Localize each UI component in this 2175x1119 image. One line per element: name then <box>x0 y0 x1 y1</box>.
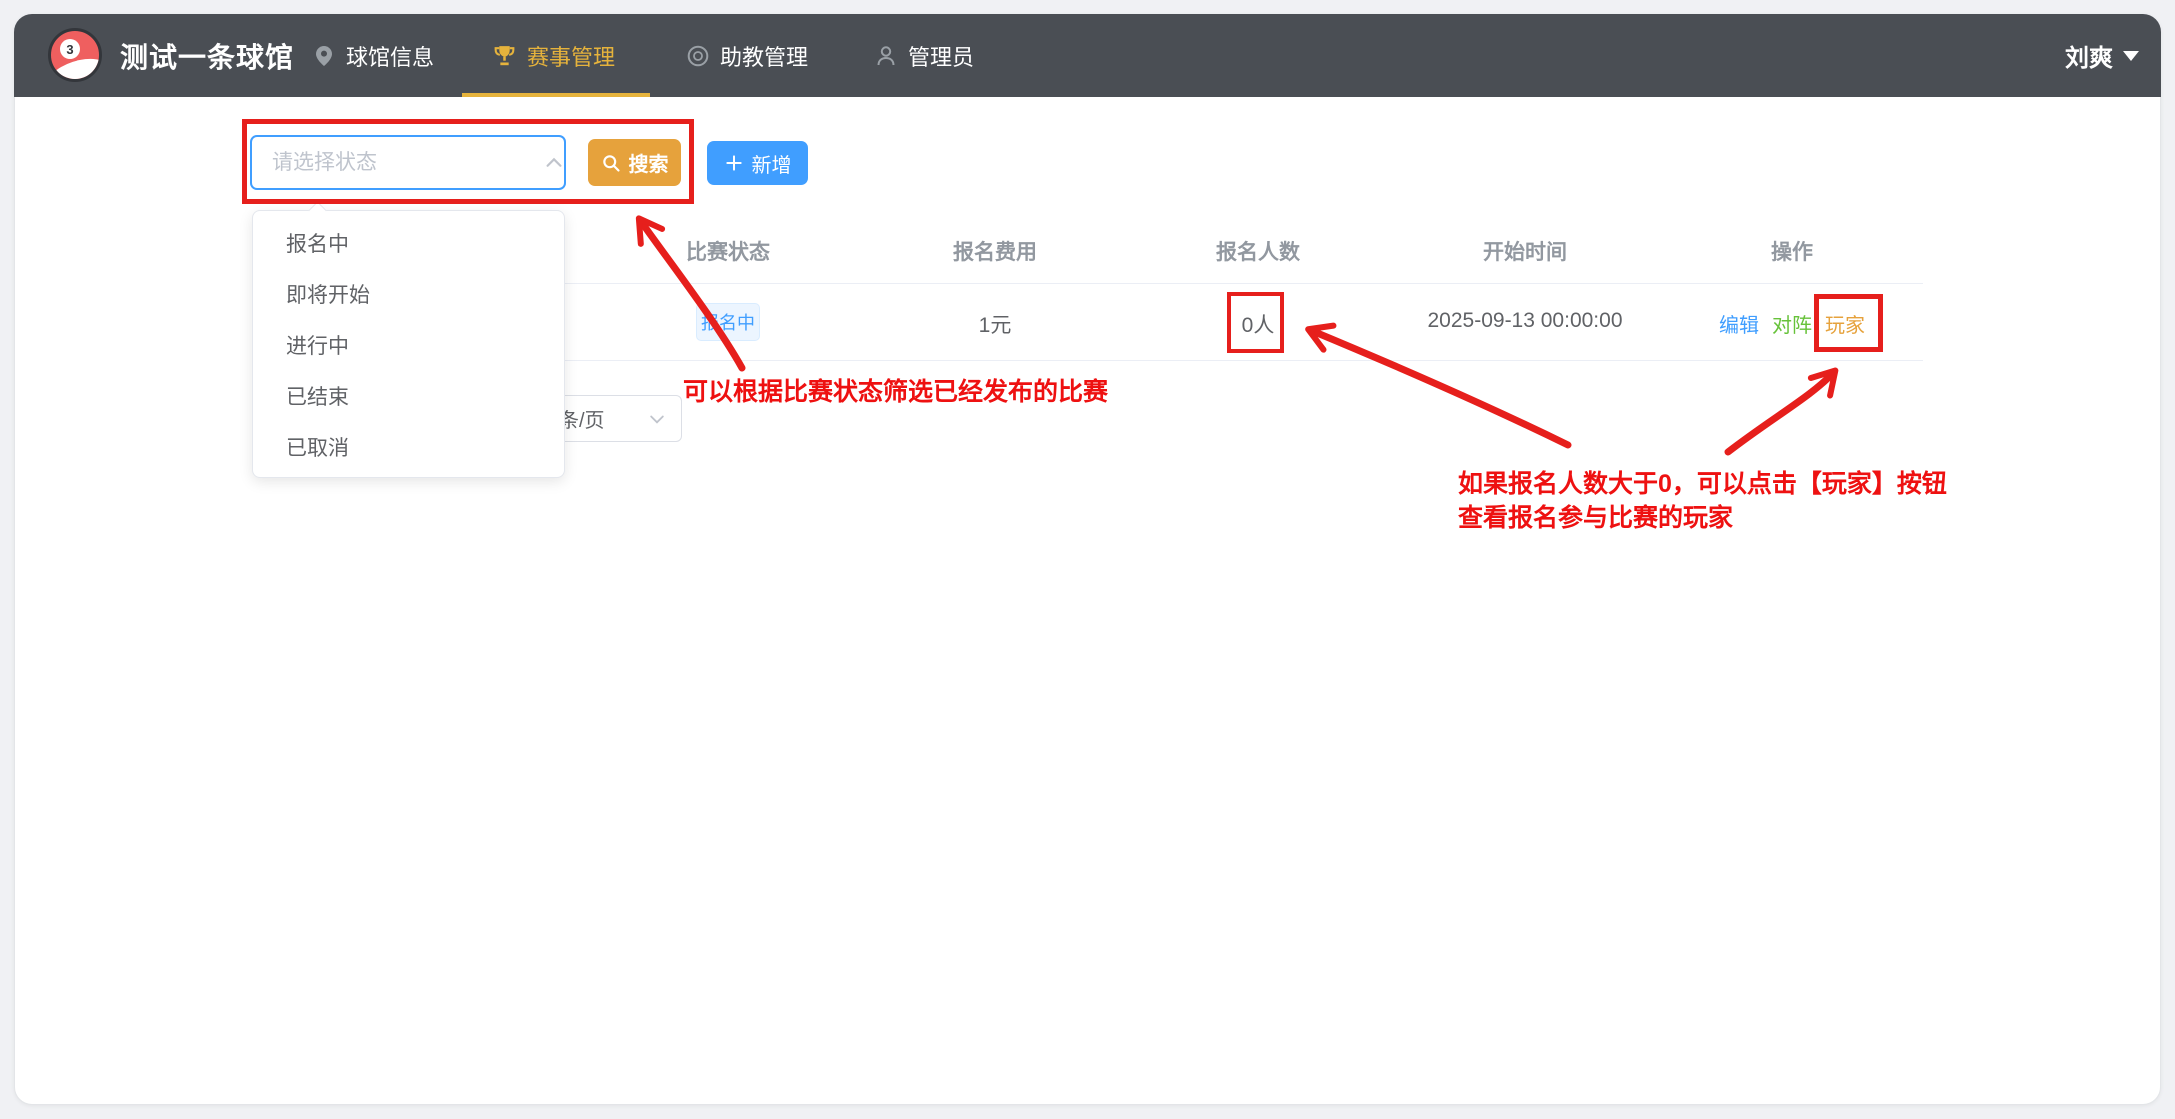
add-button-label: 新增 <box>752 149 792 178</box>
dropdown-option-finished[interactable]: 已结束 <box>253 370 564 421</box>
search-button[interactable]: 搜索 <box>588 139 681 186</box>
dropdown-option-cancelled[interactable]: 已取消 <box>253 421 564 472</box>
caret-down-icon <box>2123 51 2139 61</box>
tab-event-management[interactable]: 赛事管理 <box>492 14 615 97</box>
person-icon <box>874 44 898 68</box>
tab-label: 管理员 <box>908 40 974 72</box>
edit-link[interactable]: 编辑 <box>1719 309 1759 338</box>
column-header-signup-count: 报名人数 <box>1216 236 1300 266</box>
status-dropdown-panel: 报名中 即将开始 进行中 已结束 已取消 <box>252 210 565 478</box>
dropdown-option-registering[interactable]: 报名中 <box>253 217 564 268</box>
add-button[interactable]: 新增 <box>707 141 808 185</box>
fee-cell: 1元 <box>979 309 1012 339</box>
row-actions: 编辑 对阵 玩家 <box>1719 309 1865 338</box>
tab-label: 助教管理 <box>720 40 808 72</box>
top-navbar: 3 测试一条球馆 球馆信息 赛事管理 <box>14 14 2161 97</box>
chevron-down-icon <box>647 409 667 429</box>
column-header-match-status: 比赛状态 <box>686 236 770 266</box>
annotation-note-filter: 可以根据比赛状态筛选已经发布的比赛 <box>683 372 1108 408</box>
active-tab-indicator <box>462 93 650 97</box>
signup-count-cell: 0人 <box>1242 309 1275 339</box>
start-time-cell: 2025-09-13 00:00:00 <box>1428 309 1623 333</box>
tab-venue-info[interactable]: 球馆信息 <box>312 14 434 97</box>
status-select[interactable] <box>250 135 566 190</box>
column-header-fee: 报名费用 <box>953 236 1037 266</box>
tab-assistant-management[interactable]: 助教管理 <box>686 14 808 97</box>
location-pin-icon <box>312 44 336 68</box>
trophy-icon <box>492 43 517 68</box>
annotation-note-players-line2: 查看报名参与比赛的玩家 <box>1458 501 1947 535</box>
page-size-label: 条/页 <box>559 404 605 433</box>
chevron-up-icon <box>543 152 565 174</box>
user-menu[interactable]: 刘爽 <box>2065 14 2139 97</box>
status-badge: 报名中 <box>696 303 760 341</box>
assistant-service-icon <box>686 44 710 68</box>
logo-number: 3 <box>60 39 80 59</box>
matchup-link[interactable]: 对阵 <box>1772 309 1812 338</box>
annotation-note-players-line1: 如果报名人数大于0，可以点击【玩家】按钮 <box>1458 467 1947 501</box>
venue-title: 测试一条球馆 <box>120 14 294 97</box>
dropdown-option-upcoming[interactable]: 即将开始 <box>253 268 564 319</box>
table-row-divider <box>430 360 1923 361</box>
column-header-actions: 操作 <box>1771 236 1813 266</box>
column-header-start-time: 开始时间 <box>1483 236 1567 266</box>
billiard-ball-logo: 3 <box>48 28 102 82</box>
table-header-divider <box>430 283 1923 284</box>
tab-administrator[interactable]: 管理员 <box>874 14 974 97</box>
user-name: 刘爽 <box>2065 38 2113 73</box>
tab-label: 球馆信息 <box>346 40 434 72</box>
page: 3 测试一条球馆 球馆信息 赛事管理 <box>0 0 2175 1119</box>
players-link[interactable]: 玩家 <box>1825 309 1865 338</box>
status-select-input[interactable] <box>272 151 543 175</box>
dropdown-option-ongoing[interactable]: 进行中 <box>253 319 564 370</box>
tab-label: 赛事管理 <box>527 40 615 72</box>
plus-icon <box>724 153 744 173</box>
search-button-label: 搜索 <box>629 148 669 177</box>
search-icon <box>601 153 621 173</box>
annotation-note-players: 如果报名人数大于0，可以点击【玩家】按钮 查看报名参与比赛的玩家 <box>1458 467 1947 535</box>
